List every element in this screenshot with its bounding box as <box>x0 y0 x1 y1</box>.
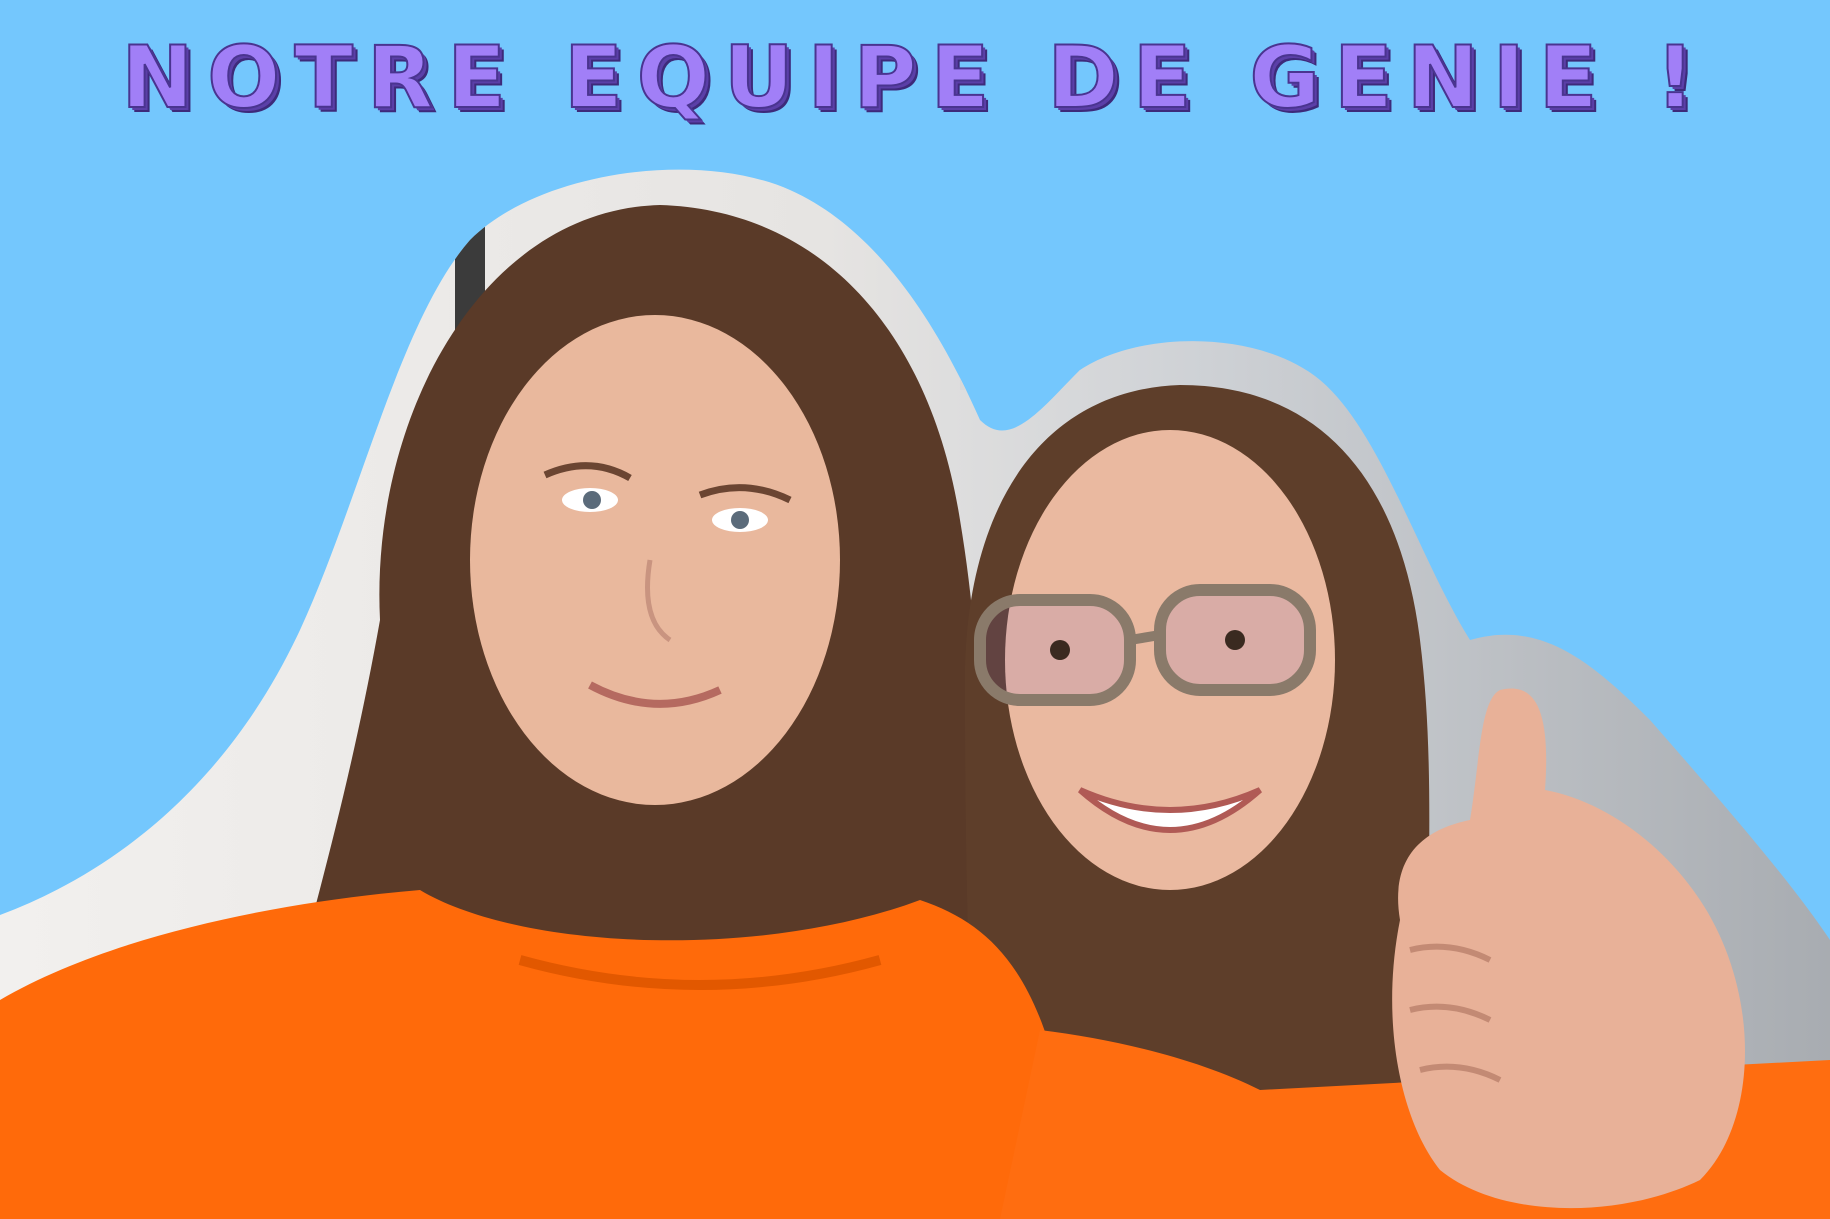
ceiling-light <box>960 330 1080 390</box>
face-left <box>470 315 840 805</box>
photo-blob <box>0 169 1830 1219</box>
shirt-left <box>0 890 1080 1219</box>
team-photo <box>0 169 1830 1219</box>
